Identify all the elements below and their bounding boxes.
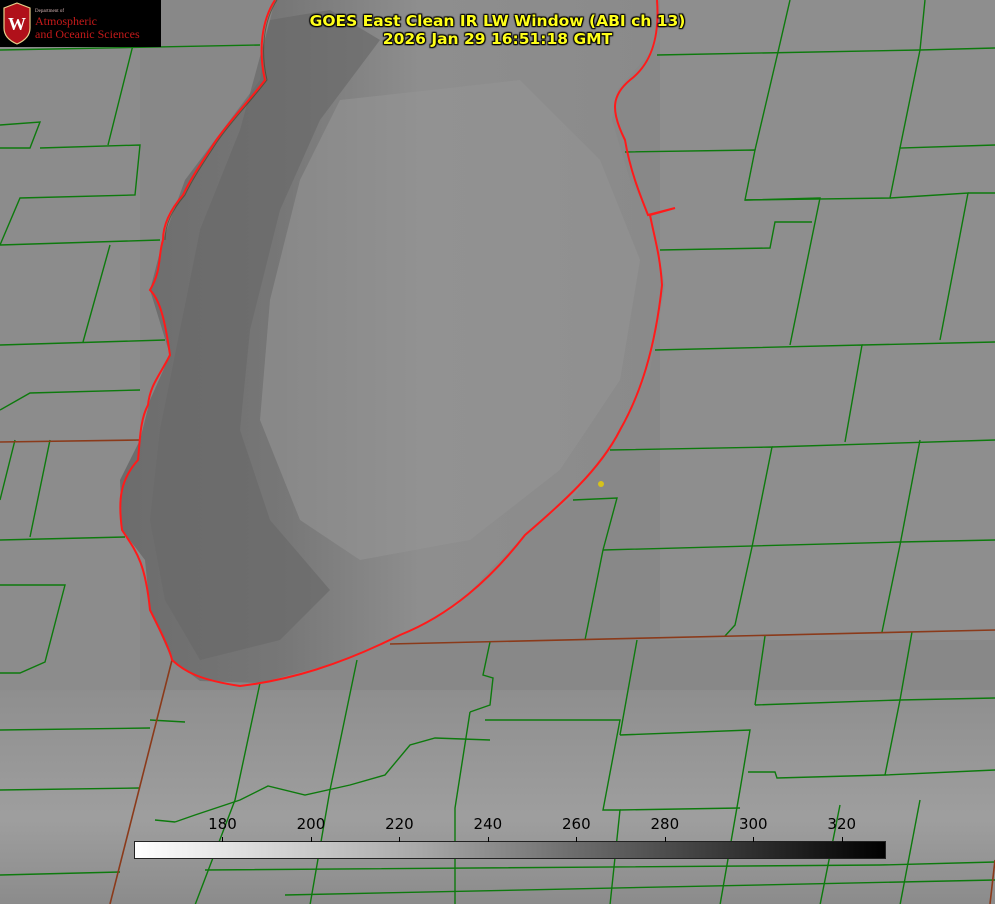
- image-timestamp: 2026 Jan 29 16:51:18 GMT: [382, 30, 613, 48]
- satellite-image-viewer: W Department of Atmospheric and Oceanic …: [0, 0, 995, 904]
- colorbar-tick-mark: [310, 837, 312, 842]
- colorbar-tick-label: 240: [473, 815, 503, 833]
- colorbar-tick-mark: [664, 837, 666, 842]
- colorbar-tick-mark: [399, 837, 401, 842]
- colorbar-tick-mark: [753, 837, 755, 842]
- colorbar-tick-label: 220: [385, 815, 414, 833]
- south-cloud-band: [0, 690, 995, 904]
- colorbar-tick-mark: [487, 837, 489, 842]
- colorbar-tick-label: 280: [650, 815, 680, 833]
- image-title: GOES East Clean IR LW Window (ABI ch 13): [309, 12, 686, 30]
- colorbar-tick-label: 200: [296, 815, 326, 833]
- temperature-colorbar: [134, 841, 886, 859]
- colorbar-tick-mark: [576, 837, 578, 842]
- colorbar-tick-mark: [222, 837, 224, 842]
- satellite-map: [0, 0, 995, 904]
- colorbar-tick-label: 320: [827, 815, 857, 833]
- colorbar-tick-label: 180: [208, 815, 237, 833]
- colorbar-tick-label: 300: [738, 815, 768, 833]
- colorbar-tick-label: 260: [562, 815, 591, 833]
- colorbar-tick-mark: [841, 837, 843, 842]
- location-marker: [598, 481, 604, 487]
